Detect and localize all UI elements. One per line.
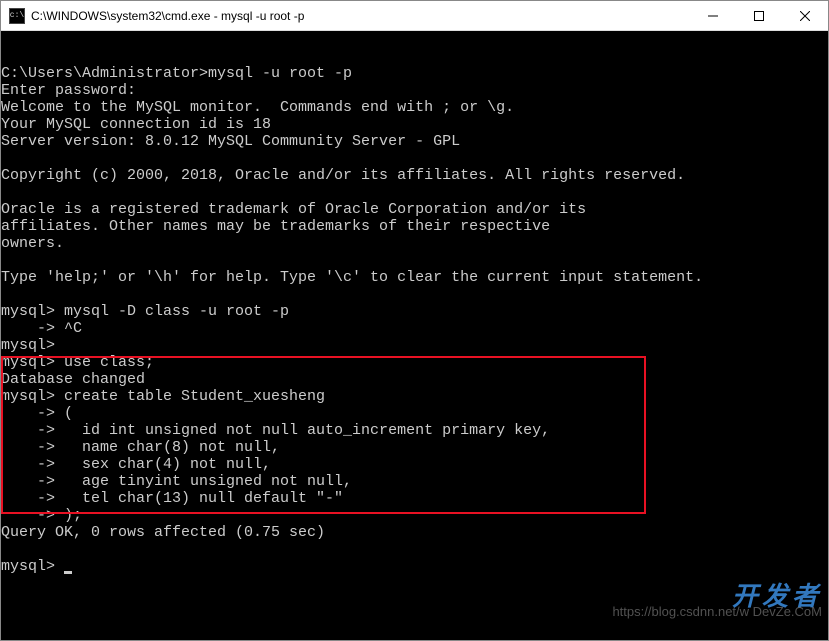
minimize-button[interactable] — [690, 1, 736, 31]
terminal-line: Database changed — [1, 371, 828, 388]
watermark-logo: 开发者 — [732, 588, 822, 605]
terminal-line: owners. — [1, 235, 828, 252]
terminal-line: -> sex char(4) not null, — [1, 456, 828, 473]
cmd-window: c:\ C:\WINDOWS\system32\cmd.exe - mysql … — [0, 0, 829, 641]
terminal-line: Server version: 8.0.12 MySQL Community S… — [1, 133, 828, 150]
terminal-line: -> id int unsigned not null auto_increme… — [1, 422, 828, 439]
terminal-line — [1, 541, 828, 558]
terminal-line: mysql> — [1, 337, 828, 354]
window-title: C:\WINDOWS\system32\cmd.exe - mysql -u r… — [31, 9, 690, 23]
terminal-line: Type 'help;' or '\h' for help. Type '\c'… — [1, 269, 828, 286]
terminal-line: Enter password: — [1, 82, 828, 99]
terminal-line: Oracle is a registered trademark of Orac… — [1, 201, 828, 218]
maximize-button[interactable] — [736, 1, 782, 31]
terminal-line: -> ( — [1, 405, 828, 422]
terminal-line: Copyright (c) 2000, 2018, Oracle and/or … — [1, 167, 828, 184]
terminal-line — [1, 252, 828, 269]
terminal-line: mysql> — [1, 558, 828, 575]
terminal-line: mysql> create table Student_xuesheng — [1, 388, 828, 405]
close-icon — [800, 11, 810, 21]
terminal-line — [1, 184, 828, 201]
terminal-line: -> tel char(13) null default "-" — [1, 490, 828, 507]
terminal-line — [1, 286, 828, 303]
terminal-line: Welcome to the MySQL monitor. Commands e… — [1, 99, 828, 116]
terminal-line: mysql> mysql -D class -u root -p — [1, 303, 828, 320]
terminal-line: Query OK, 0 rows affected (0.75 sec) — [1, 524, 828, 541]
titlebar[interactable]: c:\ C:\WINDOWS\system32\cmd.exe - mysql … — [1, 1, 828, 31]
cmd-icon: c:\ — [9, 8, 25, 24]
terminal-content: C:\Users\Administrator>mysql -u root -pE… — [1, 65, 828, 575]
watermark-url: https://blog.csdnn.net/w DevZe.CoM — [612, 603, 822, 620]
close-button[interactable] — [782, 1, 828, 31]
cursor — [64, 571, 72, 574]
window-controls — [690, 1, 828, 31]
terminal-line: -> ^C — [1, 320, 828, 337]
terminal-line: mysql> use class; — [1, 354, 828, 371]
terminal-line: -> ); — [1, 507, 828, 524]
minimize-icon — [708, 11, 718, 21]
terminal-line: C:\Users\Administrator>mysql -u root -p — [1, 65, 828, 82]
terminal-line: affiliates. Other names may be trademark… — [1, 218, 828, 235]
terminal-line — [1, 150, 828, 167]
terminal-line: -> name char(8) not null, — [1, 439, 828, 456]
terminal-line: Your MySQL connection id is 18 — [1, 116, 828, 133]
terminal-line: -> age tinyint unsigned not null, — [1, 473, 828, 490]
maximize-icon — [754, 11, 764, 21]
terminal-area[interactable]: C:\Users\Administrator>mysql -u root -pE… — [1, 31, 828, 640]
